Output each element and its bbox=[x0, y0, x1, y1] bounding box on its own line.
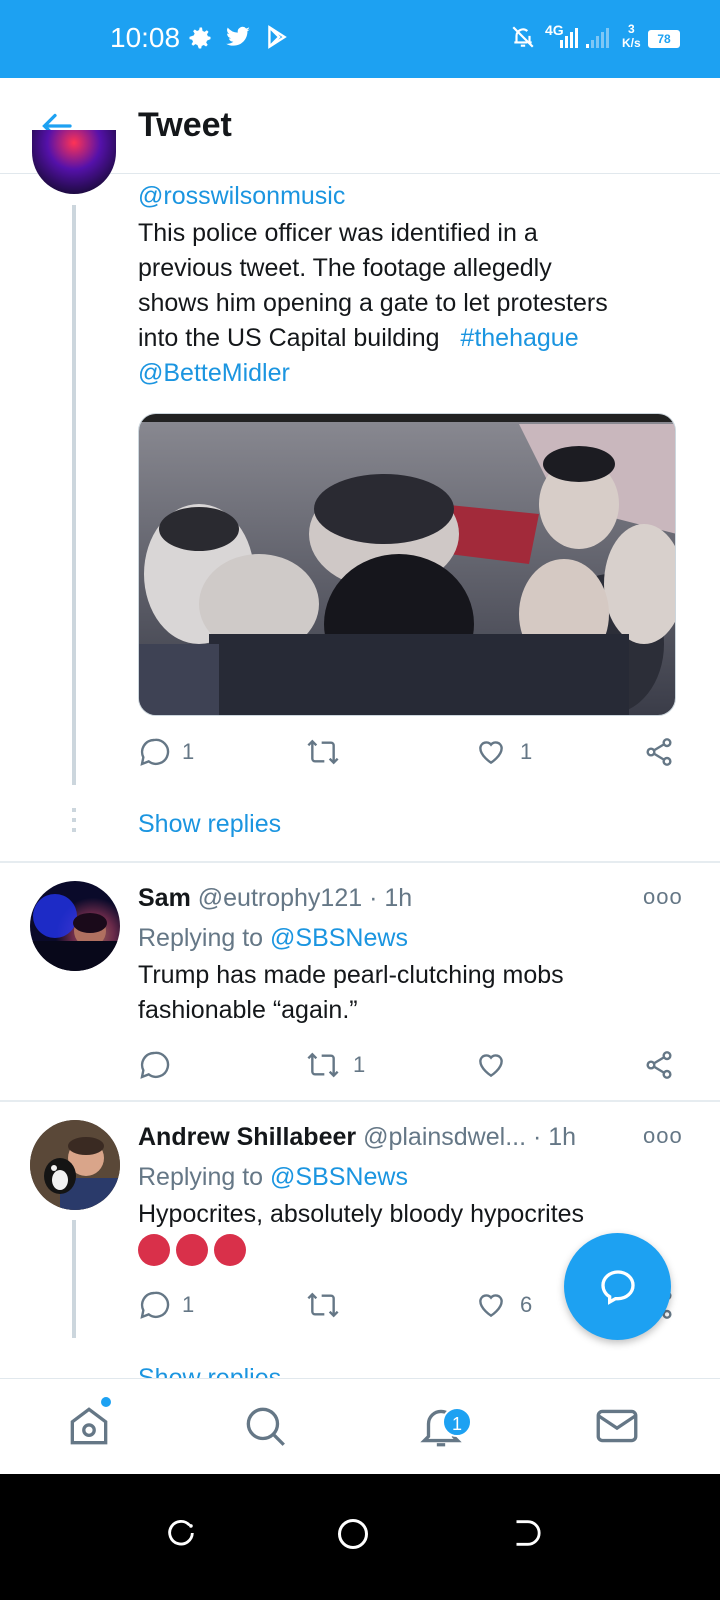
replying-to-mention[interactable]: @SBSNews bbox=[270, 924, 408, 952]
replying-label: Replying to bbox=[138, 1163, 264, 1191]
reply-icon bbox=[140, 738, 170, 766]
retweet-button[interactable]: 1 bbox=[305, 1049, 365, 1081]
divider bbox=[0, 861, 720, 863]
share-button[interactable] bbox=[643, 736, 675, 768]
tweet-text-line: Trump has made pearl-clutching mobs bbox=[138, 961, 564, 989]
show-replies-link[interactable]: Show replies bbox=[138, 808, 281, 840]
avatar[interactable] bbox=[32, 130, 116, 194]
reply-button[interactable] bbox=[138, 1049, 182, 1081]
tweet-text-line: Hypocrites, absolutely bloody hypocrites bbox=[138, 1200, 585, 1228]
back-nav-icon[interactable] bbox=[508, 1516, 542, 1555]
retweet-icon bbox=[307, 1052, 339, 1078]
bottom-navigation bbox=[0, 1378, 720, 1474]
share-icon bbox=[646, 1051, 672, 1079]
tweet-text-line: previous tweet. The footage allegedly bbox=[138, 254, 552, 282]
battery-indicator: 78 bbox=[648, 30, 680, 48]
author-handle[interactable]: @eutrophy121 bbox=[198, 884, 362, 912]
retweet-count: 1 bbox=[353, 1052, 366, 1077]
show-replies-link[interactable]: Show replies bbox=[138, 1362, 281, 1378]
status-bar: 10:08 4G 3 K/s 78 bbox=[0, 0, 720, 78]
thread-line bbox=[72, 205, 76, 785]
tweet-time: · 1h bbox=[369, 884, 413, 912]
retweet-button[interactable] bbox=[305, 1289, 353, 1321]
like-button[interactable] bbox=[474, 1049, 520, 1081]
angry-face-emoji-icon bbox=[138, 1234, 170, 1266]
notifications-badge: 1 bbox=[442, 1407, 472, 1437]
reply-icon bbox=[140, 1051, 170, 1079]
tweet-header: Andrew Shillabeer @plainsdwel... · 1h bbox=[138, 1121, 576, 1153]
share-button[interactable] bbox=[643, 1049, 675, 1081]
hashtag-link[interactable]: #thehague bbox=[460, 324, 578, 352]
status-time: 10:08 bbox=[110, 22, 181, 53]
author-name[interactable]: Sam bbox=[138, 884, 191, 912]
reply-count: 1 bbox=[182, 739, 195, 764]
angry-emoji-group bbox=[138, 1234, 252, 1266]
play-store-icon bbox=[264, 24, 290, 55]
heart-icon bbox=[479, 741, 503, 765]
search-icon[interactable] bbox=[240, 1401, 290, 1451]
avatar[interactable] bbox=[30, 881, 120, 971]
retweet-icon bbox=[307, 1292, 339, 1318]
replying-to: Replying to @SBSNews bbox=[138, 922, 408, 954]
tweet-text-fragment: into the US Capital building bbox=[138, 324, 440, 352]
like-count: 1 bbox=[520, 739, 533, 764]
avatar[interactable] bbox=[30, 1120, 120, 1210]
like-button[interactable]: 1 bbox=[474, 736, 532, 768]
author-name[interactable]: Andrew Shillabeer bbox=[138, 1123, 356, 1151]
thread-line bbox=[72, 1220, 76, 1338]
tweet-text-line: shows him opening a gate to let proteste… bbox=[138, 289, 608, 317]
page-title: Tweet bbox=[138, 106, 232, 144]
tweet-time: · 1h bbox=[532, 1123, 577, 1151]
author-handle[interactable]: @plainsdwel... bbox=[363, 1123, 526, 1151]
angry-face-emoji-icon bbox=[214, 1234, 246, 1266]
tweet-header: Sam @eutrophy121 · 1h bbox=[138, 882, 412, 914]
network-speed: 3 K/s bbox=[622, 22, 641, 50]
tweet-handle[interactable]: @rosswilsonmusic bbox=[138, 180, 345, 212]
divider bbox=[0, 1100, 720, 1102]
mute-bell-icon bbox=[510, 24, 536, 55]
thread-dots bbox=[72, 808, 76, 838]
tweet-text: Hypocrites, absolutely bloody hypocrites bbox=[138, 1197, 698, 1232]
home-new-indicator bbox=[101, 1397, 111, 1407]
replying-label: Replying to bbox=[138, 924, 264, 952]
like-count: 6 bbox=[520, 1292, 533, 1317]
angry-face-emoji-icon bbox=[176, 1234, 208, 1266]
settings-gear-icon bbox=[186, 24, 214, 57]
replying-to: Replying to @SBSNews bbox=[138, 1161, 408, 1193]
messages-envelope-icon[interactable] bbox=[592, 1401, 642, 1451]
reply-button[interactable]: 1 bbox=[138, 736, 194, 768]
tweet-text-line: fashionable “again.” bbox=[138, 996, 358, 1024]
reply-icon bbox=[140, 1291, 170, 1319]
reply-count: 1 bbox=[182, 1292, 195, 1317]
tweet-text-line: This police officer was identified in a bbox=[138, 219, 538, 247]
retweet-icon bbox=[307, 739, 339, 765]
home-icon[interactable] bbox=[64, 1401, 114, 1451]
heart-icon bbox=[479, 1054, 503, 1078]
reply-button[interactable]: 1 bbox=[138, 1289, 194, 1321]
more-options-icon[interactable]: ooo bbox=[643, 1123, 683, 1149]
home-circle-icon[interactable] bbox=[335, 1516, 371, 1557]
heart-icon bbox=[479, 1294, 503, 1318]
tweet-video-thumbnail[interactable] bbox=[138, 413, 676, 716]
share-icon bbox=[646, 738, 672, 766]
like-button[interactable]: 6 bbox=[474, 1289, 532, 1321]
system-navigation-bar bbox=[0, 1474, 720, 1600]
compose-reply-button[interactable] bbox=[564, 1233, 671, 1340]
recent-apps-icon[interactable] bbox=[164, 1516, 198, 1555]
tweet-text: This police officer was identified in a … bbox=[138, 216, 698, 391]
tweet-text: Trump has made pearl-clutching mobs fash… bbox=[138, 958, 698, 1028]
replying-to-mention[interactable]: @SBSNews bbox=[270, 1163, 408, 1191]
retweet-button[interactable] bbox=[305, 736, 353, 768]
mention-link[interactable]: @BetteMidler bbox=[138, 356, 698, 391]
signal-icon bbox=[560, 28, 616, 53]
more-options-icon[interactable]: ooo bbox=[643, 884, 683, 910]
reply-bubble-icon bbox=[600, 1269, 635, 1305]
tweet-text-line: into the US Capital building #thehague bbox=[138, 321, 698, 356]
twitter-bird-icon bbox=[224, 24, 252, 55]
